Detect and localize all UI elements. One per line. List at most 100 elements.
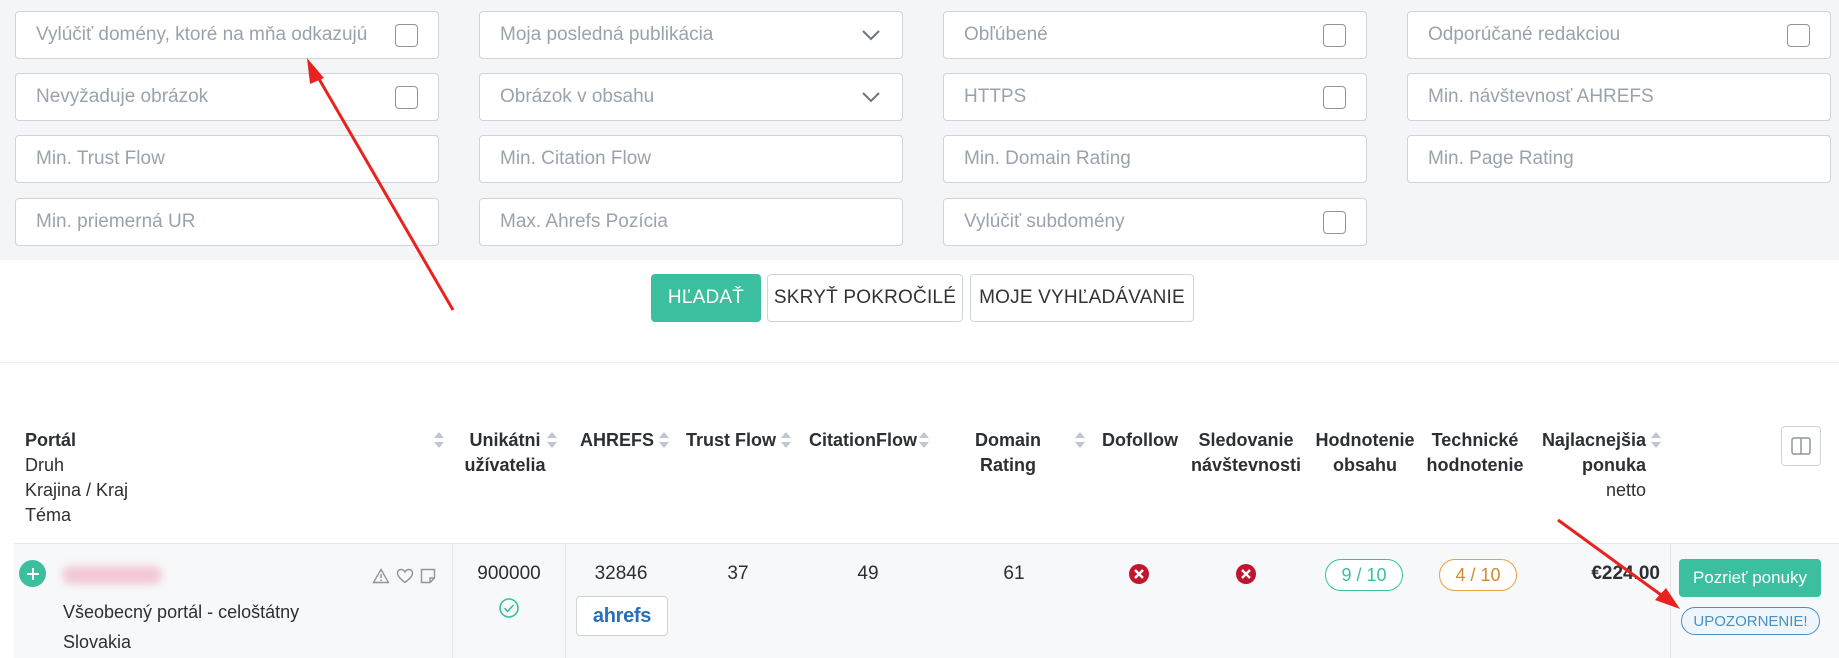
- header-line: ponuka: [1581, 455, 1646, 475]
- min-ahrefs-traffic-input[interactable]: Min. návštevnosť AHREFS: [1407, 73, 1831, 121]
- content-rating-badge: 9 / 10: [1325, 559, 1403, 591]
- column-toggle-button[interactable]: [1781, 426, 1821, 466]
- header-line: netto: [1605, 480, 1646, 500]
- header-technical-rating: Technické hodnotenie: [1425, 428, 1525, 478]
- sort-icon[interactable]: [918, 431, 930, 449]
- column-divider: [565, 544, 566, 658]
- blurred-portal-name: [62, 566, 162, 584]
- favorites-checkbox[interactable]: Obľúbené: [943, 11, 1367, 59]
- portal-type: Všeobecný portál - celoštátny: [63, 602, 300, 622]
- input-placeholder: Min. Domain Rating: [964, 148, 1131, 169]
- header-line: Unikátni: [469, 430, 541, 450]
- section-divider: [0, 362, 1839, 363]
- header-domain-rating[interactable]: Domain Rating: [946, 428, 1070, 478]
- exclude-subdomains-checkbox[interactable]: Vylúčiť subdomény: [943, 198, 1367, 246]
- image-in-content-select[interactable]: Obrázok v obsahu: [479, 73, 903, 121]
- warning-button[interactable]: UPOZORNENIE!: [1681, 607, 1820, 635]
- header-line: Technické: [1431, 430, 1519, 450]
- input-placeholder: Min. návštevnosť AHREFS: [1428, 86, 1654, 107]
- recommended-by-editors-checkbox[interactable]: Odporúčané redakciou: [1407, 11, 1831, 59]
- view-offers-button[interactable]: Pozrieť ponuky: [1679, 559, 1821, 597]
- filter-label: Nevyžaduje obrázok: [36, 86, 209, 107]
- filter-label: Odporúčané redakciou: [1428, 24, 1621, 45]
- ahrefs-value: 32846: [594, 563, 648, 584]
- header-dofollow: Dofollow: [1102, 430, 1178, 450]
- columns-icon: [1791, 437, 1811, 455]
- min-page-rating-input[interactable]: Min. Page Rating: [1407, 135, 1831, 183]
- filter-panel: Vylúčiť domény, ktoré na mňa odkazujú Mo…: [0, 0, 1839, 260]
- sort-icon[interactable]: [780, 431, 792, 449]
- checkbox-box[interactable]: [1323, 85, 1346, 109]
- filter-label: Vylúčiť subdomény: [964, 211, 1125, 232]
- min-trust-flow-input[interactable]: Min. Trust Flow: [15, 135, 439, 183]
- header-line: hodnotenie: [1426, 455, 1524, 475]
- header-unique-users[interactable]: Unikátni užívatelia: [460, 428, 550, 478]
- header-ahrefs[interactable]: AHREFS: [580, 428, 654, 453]
- input-placeholder: Min. Trust Flow: [36, 148, 165, 169]
- min-domain-rating-input[interactable]: Min. Domain Rating: [943, 135, 1367, 183]
- column-divider: [1670, 544, 1671, 658]
- my-last-publication-select[interactable]: Moja posledná publikácia: [479, 11, 903, 59]
- technical-rating-badge: 4 / 10: [1439, 559, 1517, 591]
- checkbox-box[interactable]: [1787, 23, 1810, 47]
- checkbox-box[interactable]: [1323, 23, 1346, 47]
- header-portal-label: Portál: [25, 430, 77, 450]
- header-portal-topic: Téma: [25, 505, 72, 525]
- input-placeholder: Min. Citation Flow: [500, 148, 651, 169]
- sort-icon[interactable]: [1074, 431, 1086, 449]
- filter-label: Obľúbené: [964, 24, 1048, 45]
- header-citation-flow[interactable]: CitationFlow: [808, 428, 918, 453]
- domain-rating-value: 61: [1003, 563, 1025, 584]
- header-line: obsahu: [1332, 455, 1397, 475]
- filter-label: Obrázok v obsahu: [500, 86, 655, 107]
- note-icon[interactable]: [420, 568, 436, 584]
- min-citation-flow-input[interactable]: Min. Citation Flow: [479, 135, 903, 183]
- dofollow-no-icon: [1129, 564, 1149, 584]
- header-trust-flow[interactable]: Trust Flow: [686, 428, 776, 453]
- ahrefs-badge-link[interactable]: ahrefs: [576, 596, 668, 636]
- header-line: Hodnotenie: [1315, 430, 1415, 450]
- header-cheapest-offer[interactable]: Najlacnejšia ponuka netto: [1538, 428, 1646, 503]
- header-line: Sledovanie: [1198, 430, 1294, 450]
- exclude-linking-domains-checkbox[interactable]: Vylúčiť domény, ktoré na mňa odkazujú: [15, 11, 439, 59]
- sort-icon[interactable]: [658, 431, 670, 449]
- checkbox-box[interactable]: [1323, 210, 1346, 234]
- cheapest-price: €224.00: [1591, 563, 1660, 584]
- heart-icon[interactable]: [396, 568, 414, 584]
- column-divider: [452, 544, 453, 658]
- citation-flow-value: 49: [857, 563, 879, 584]
- unique-users-value: 900000: [477, 563, 541, 584]
- input-placeholder: Max. Ahrefs Pozícia: [500, 211, 668, 232]
- header-portal-type: Druh: [25, 455, 65, 475]
- hide-advanced-button[interactable]: SKRYŤ POKROČILÉ: [767, 274, 963, 322]
- header-traffic-tracking: Sledovanie návštevnosti: [1190, 428, 1302, 478]
- warning-icon[interactable]: [372, 568, 390, 584]
- filter-label: Vylúčiť domény, ktoré na mňa odkazujú: [36, 24, 368, 45]
- chevron-down-icon: [862, 92, 880, 103]
- checkbox-box[interactable]: [395, 23, 418, 47]
- checkbox-box[interactable]: [395, 85, 418, 109]
- filter-label: HTTPS: [964, 86, 1027, 107]
- input-placeholder: Min. priemerná UR: [36, 211, 196, 232]
- add-to-cart-button[interactable]: [19, 560, 46, 587]
- portal-country: Slovakia: [63, 632, 132, 652]
- my-search-button[interactable]: MOJE VYHĽADÁVANIE: [970, 274, 1194, 322]
- header-line: návštevnosti: [1190, 455, 1302, 475]
- max-ahrefs-position-input[interactable]: Max. Ahrefs Pozícia: [479, 198, 903, 246]
- no-image-required-checkbox[interactable]: Nevyžaduje obrázok: [15, 73, 439, 121]
- trust-flow-value: 37: [727, 563, 749, 584]
- https-checkbox[interactable]: HTTPS: [943, 73, 1367, 121]
- verified-check-icon: [499, 598, 519, 618]
- sort-icon[interactable]: [433, 431, 445, 449]
- input-placeholder: Min. Page Rating: [1428, 148, 1574, 169]
- sort-icon[interactable]: [546, 431, 558, 449]
- min-avg-ur-input[interactable]: Min. priemerná UR: [15, 198, 439, 246]
- header-portal[interactable]: Portál Druh Krajina / Kraj Téma: [25, 428, 128, 528]
- table-row: [14, 544, 1839, 658]
- search-button[interactable]: HĽADAŤ: [651, 274, 761, 322]
- traffic-tracking-no-icon: [1236, 564, 1256, 584]
- header-portal-country: Krajina / Kraj: [25, 480, 129, 500]
- sort-icon[interactable]: [1650, 431, 1662, 449]
- chevron-down-icon: [862, 30, 880, 41]
- plus-icon: [26, 567, 39, 580]
